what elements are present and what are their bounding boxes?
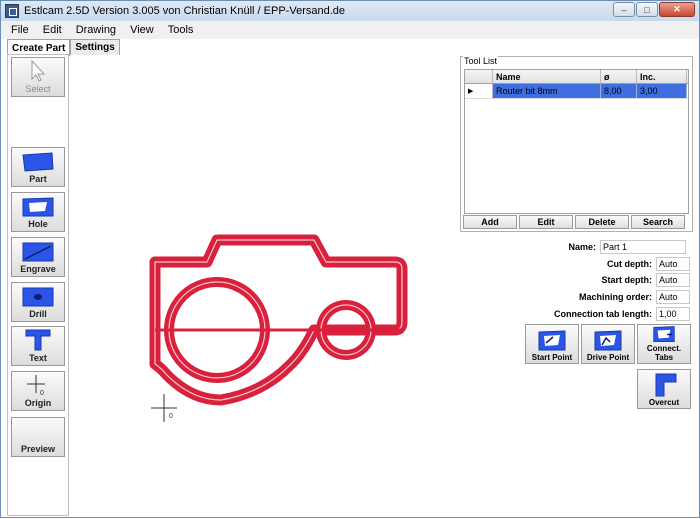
drill-tool-label: Drill xyxy=(29,309,47,319)
text-tool-icon xyxy=(25,329,51,351)
drive-point-button[interactable]: Drive Point xyxy=(581,324,635,364)
start-depth-row: Start depth: Auto xyxy=(541,273,690,287)
engrave-tool-label: Engrave xyxy=(20,264,56,274)
hole-icon xyxy=(22,197,54,217)
machining-order-field[interactable]: Auto xyxy=(656,290,690,304)
tool-diameter-cell[interactable]: 8,00 xyxy=(601,84,637,98)
maximize-button[interactable]: □ xyxy=(636,2,658,17)
title-bar[interactable]: Estlcam 2.5D Version 3.005 von Christian… xyxy=(1,1,699,21)
column-header-diameter[interactable]: ø xyxy=(601,70,637,83)
origin-tool-label: Origin xyxy=(24,398,52,408)
svg-text:0: 0 xyxy=(40,390,44,397)
tool-list-title: Tool List xyxy=(463,56,499,66)
drive-point-label: Drive Point xyxy=(586,353,630,362)
connection-tab-length-field[interactable]: 1,00 xyxy=(656,307,690,321)
origin-marker-icon xyxy=(151,394,177,422)
overcut-icon xyxy=(655,373,677,397)
add-tool-button[interactable]: Add xyxy=(463,215,517,229)
text-tool-label: Text xyxy=(29,353,47,363)
tool-name-cell[interactable]: Router bit 8mm xyxy=(493,84,601,98)
preview-label: Preview xyxy=(20,444,56,454)
tool-palette: Select Part Hole Engrave Drill Text 0 Or… xyxy=(7,54,69,516)
tool-list-buttons: Add Edit Delete Search xyxy=(463,215,685,229)
drive-point-icon xyxy=(594,330,622,351)
part-tool-button[interactable]: Part xyxy=(11,147,65,187)
connection-tabs-button[interactable]: Connect. Tabs xyxy=(637,324,691,364)
preview-button[interactable]: Preview xyxy=(11,417,65,457)
cut-depth-field[interactable]: Auto xyxy=(656,257,690,271)
column-header-name[interactable]: Name xyxy=(493,70,601,83)
connection-tabs-icon xyxy=(653,326,675,343)
menu-tools[interactable]: Tools xyxy=(168,24,194,36)
table-row[interactable]: ▶ Router bit 8mm 8,00 3,00 xyxy=(465,84,688,99)
edit-tool-button[interactable]: Edit xyxy=(519,215,573,229)
part-icon xyxy=(22,152,54,172)
drill-tool-button[interactable]: Drill xyxy=(11,282,65,322)
origin-icon: 0 xyxy=(27,375,45,397)
cut-depth-row: Cut depth: Auto xyxy=(541,257,690,271)
overcut-label: Overcut xyxy=(648,398,680,407)
row-pointer-icon: ▶ xyxy=(465,84,493,98)
column-header-inc[interactable]: Inc. xyxy=(637,70,687,83)
estlcam-app-icon xyxy=(5,4,19,18)
name-row: Name: Part 1 xyxy=(485,240,686,254)
text-tool-button[interactable]: Text xyxy=(11,326,65,366)
connection-tabs-label: Connect. Tabs xyxy=(646,344,682,362)
menu-edit[interactable]: Edit xyxy=(43,24,62,36)
close-button[interactable]: ✕ xyxy=(659,2,695,17)
machining-order-row: Machining order: Auto xyxy=(541,290,690,304)
cursor-arrow-icon xyxy=(31,59,46,82)
row-indicator-header xyxy=(465,70,493,83)
menu-bar: File Edit Drawing View Tools xyxy=(1,21,699,39)
name-field[interactable]: Part 1 xyxy=(600,240,686,254)
drill-icon xyxy=(22,287,54,307)
engrave-tool-button[interactable]: Engrave xyxy=(11,237,65,277)
start-point-label: Start Point xyxy=(531,353,573,362)
machining-order-label: Machining order: xyxy=(578,292,652,302)
start-point-icon xyxy=(538,330,566,351)
origin-tool-button[interactable]: 0 Origin xyxy=(11,371,65,411)
cut-depth-label: Cut depth: xyxy=(607,259,652,269)
hole-tool-label: Hole xyxy=(28,219,48,229)
drawing-canvas[interactable]: 0 xyxy=(71,54,456,516)
tab-settings[interactable]: Settings xyxy=(70,39,120,55)
name-label: Name: xyxy=(568,242,596,252)
search-tool-button[interactable]: Search xyxy=(631,215,685,229)
menu-file[interactable]: File xyxy=(11,24,29,36)
connection-tab-length-row: Connection tab length: 1,00 xyxy=(541,307,690,321)
tool-list-panel: Tool List Name ø Inc. ▶ Router bit 8mm 8… xyxy=(460,56,693,232)
origin-marker-label: 0 xyxy=(169,413,173,420)
select-tool-label: Select xyxy=(25,84,51,94)
app-window: Estlcam 2.5D Version 3.005 von Christian… xyxy=(0,0,700,518)
engrave-icon xyxy=(22,242,54,262)
tool-list-header: Name ø Inc. xyxy=(465,70,688,84)
main-tabs: Create Part Settings xyxy=(7,39,120,56)
toolpath-drawing: 0 xyxy=(149,234,408,422)
window-controls: – □ ✕ xyxy=(613,2,695,17)
tool-list-grid: Name ø Inc. ▶ Router bit 8mm 8,00 3,00 xyxy=(464,69,689,214)
window-title: Estlcam 2.5D Version 3.005 von Christian… xyxy=(24,5,346,17)
overcut-button[interactable]: Overcut xyxy=(637,369,691,409)
part-tool-label: Part xyxy=(29,174,47,184)
menu-view[interactable]: View xyxy=(130,24,154,36)
delete-tool-button[interactable]: Delete xyxy=(575,215,629,229)
start-point-button[interactable]: Start Point xyxy=(525,324,579,364)
minimize-button[interactable]: – xyxy=(613,2,635,17)
hole-tool-button[interactable]: Hole xyxy=(11,192,65,232)
tool-inc-cell[interactable]: 3,00 xyxy=(637,84,687,98)
select-tool-button[interactable]: Select xyxy=(11,57,65,97)
connection-tab-length-label: Connection tab length: xyxy=(554,309,652,319)
start-depth-label: Start depth: xyxy=(601,275,653,285)
menu-drawing[interactable]: Drawing xyxy=(76,24,116,36)
start-depth-field[interactable]: Auto xyxy=(656,273,690,287)
